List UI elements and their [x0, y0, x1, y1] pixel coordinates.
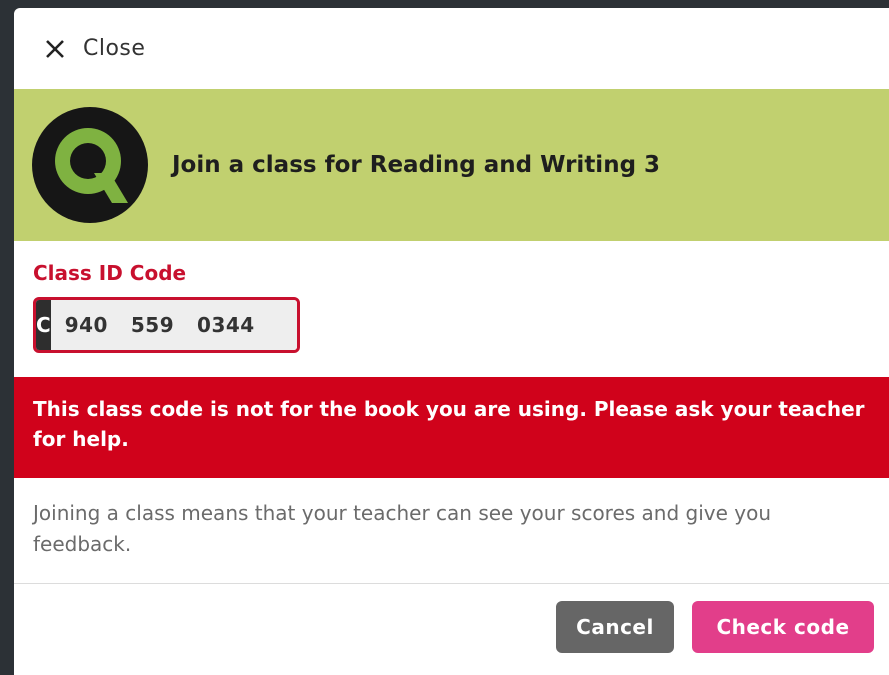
class-code-field[interactable]: C	[33, 297, 300, 353]
check-code-button[interactable]: Check code	[692, 600, 874, 653]
dialog-footer: Cancel Check code	[14, 584, 889, 669]
join-class-dialog: Close Join a class for Reading and Writi…	[14, 8, 889, 675]
close-label: Close	[83, 36, 146, 61]
class-id-label: Class ID Code	[33, 261, 187, 285]
dialog-top-bar: Close	[14, 8, 889, 89]
code-prefix: C	[36, 300, 51, 350]
dialog-title: Join a class for Reading and Writing 3	[172, 152, 661, 178]
dialog-header: Join a class for Reading and Writing 3	[14, 89, 889, 241]
class-code-section: Class ID Code C	[14, 261, 889, 353]
info-text: Joining a class means that your teacher …	[33, 501, 772, 556]
error-message: This class code is not for the book you …	[14, 377, 889, 478]
q-logo-icon	[32, 107, 148, 223]
close-icon	[46, 39, 64, 58]
close-button[interactable]: Close	[45, 36, 145, 61]
cancel-button[interactable]: Cancel	[556, 600, 674, 653]
class-code-input[interactable]	[50, 300, 297, 350]
